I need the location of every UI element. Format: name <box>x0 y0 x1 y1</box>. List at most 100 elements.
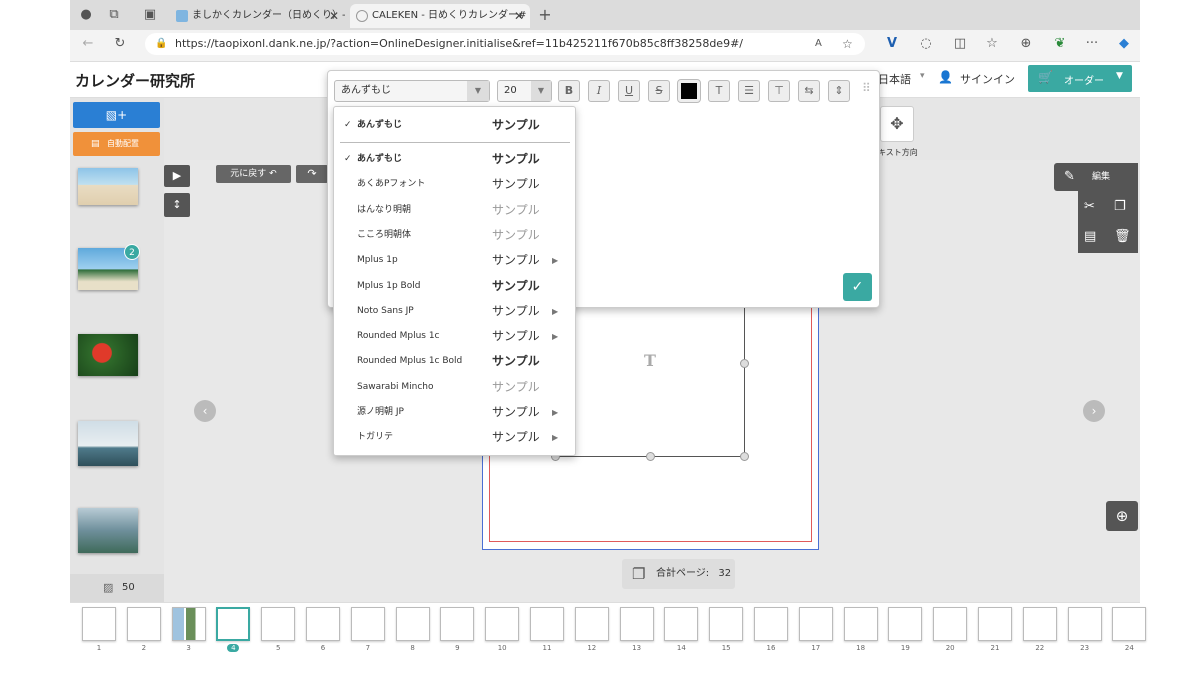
page-thumbnail[interactable] <box>754 607 788 641</box>
page-thumbnail[interactable] <box>1112 607 1147 641</box>
page-thumbnail[interactable] <box>978 607 1012 641</box>
page-thumbnail[interactable] <box>574 607 609 641</box>
previous-page-button[interactable]: ‹ <box>194 400 216 422</box>
font-current[interactable]: ✓ あんずもじ サンプル <box>334 113 575 138</box>
page-thumbnail[interactable] <box>216 607 251 641</box>
font-select[interactable]: あんずもじ ▼ <box>334 80 490 102</box>
page-thumbnail[interactable] <box>485 607 520 641</box>
tab-2[interactable]: CALEKEN - 日めくりカレンダー# ✕ <box>350 4 530 28</box>
text-box[interactable]: T <box>551 283 749 461</box>
redo-button[interactable]: ↷ <box>296 165 328 183</box>
font-option[interactable]: Mplus 1p Bold サンプル <box>334 274 575 299</box>
copy-icon[interactable]: ❐ <box>1114 199 1126 214</box>
page-thumbnail[interactable] <box>126 607 161 641</box>
page-thumbnail[interactable] <box>619 607 654 641</box>
new-tab-icon[interactable]: + <box>535 5 555 25</box>
favorites-icon[interactable]: ☆ <box>982 34 1002 54</box>
page-thumbnail[interactable] <box>888 607 923 641</box>
text-direction-button[interactable]: ✥ <box>880 106 914 142</box>
font-option[interactable]: Rounded Mplus 1c サンプル ▶ <box>334 324 575 349</box>
close-icon[interactable]: ✕ <box>514 4 524 28</box>
photo-thumbnail-beach[interactable] <box>78 168 138 205</box>
language-select[interactable]: 日本語 <box>878 71 911 87</box>
page-thumbnail[interactable] <box>395 607 430 641</box>
order-button[interactable]: 🛒 オーダー ▼ <box>1028 65 1132 92</box>
page-thumbnail[interactable] <box>171 607 206 641</box>
edit-panel-toggle[interactable]: ✎ 編集 <box>1054 163 1138 191</box>
copilot-icon[interactable]: ◆ <box>1114 34 1134 54</box>
line-spacing-button[interactable]: ⇕ <box>828 80 850 102</box>
favorite-star-icon[interactable]: ☆ <box>842 33 853 55</box>
pages-icon: ❐ <box>632 565 646 583</box>
underline-button[interactable]: U <box>618 80 640 102</box>
font-size-select[interactable]: 20 ▼ <box>497 80 552 102</box>
font-option[interactable]: Noto Sans JP サンプル ▶ <box>334 299 575 324</box>
page-thumbnail[interactable] <box>530 607 564 641</box>
photo-thumbnail-coast[interactable] <box>78 508 138 553</box>
font-option[interactable]: トガリテ サンプル ▶ <box>334 425 575 450</box>
font-option[interactable]: ✓ あんずもじ サンプル <box>334 147 575 172</box>
split-screen-icon[interactable]: ◫ <box>950 34 970 54</box>
expand-panel-button[interactable]: ▶ <box>164 165 190 187</box>
page-thumbnail[interactable] <box>1067 607 1102 641</box>
resize-handle[interactable] <box>646 452 655 461</box>
undo-button[interactable]: 元に戻す ↶ <box>216 165 291 183</box>
page-thumbnail[interactable] <box>306 607 340 641</box>
page-thumbnail[interactable] <box>843 607 878 641</box>
page-thumbnail[interactable] <box>933 607 968 641</box>
tab-actions-icon[interactable]: ▣ <box>140 5 160 25</box>
collections-icon[interactable]: ⊕ <box>1016 34 1036 54</box>
back-icon[interactable]: ← <box>78 34 98 54</box>
logo[interactable]: カレンダー研究所 <box>75 70 195 91</box>
photo-thumbnail-hotel[interactable] <box>78 421 138 466</box>
page-thumbnail[interactable] <box>350 607 385 641</box>
cut-icon[interactable]: ✂ <box>1084 199 1095 214</box>
align-button[interactable]: ☰ <box>738 80 760 102</box>
workspaces-icon[interactable]: ⧉ <box>104 5 124 25</box>
font-option[interactable]: Rounded Mplus 1c Bold サンプル <box>334 349 575 374</box>
page-thumbnail[interactable] <box>664 607 699 641</box>
font-option[interactable]: あくあPフォント サンプル <box>334 172 575 197</box>
page-thumbnail[interactable] <box>261 607 296 641</box>
signin-link[interactable]: サインイン <box>960 71 1015 87</box>
strikethrough-button[interactable]: S <box>648 80 670 102</box>
extension-v-icon[interactable]: V <box>882 34 902 54</box>
drag-handle-icon[interactable]: ⠿ <box>862 81 871 95</box>
read-aloud-icon[interactable]: A <box>815 33 822 55</box>
resize-handle[interactable] <box>740 359 749 368</box>
next-page-button[interactable]: › <box>1083 400 1105 422</box>
bold-button[interactable]: B <box>558 80 580 102</box>
close-icon[interactable]: ✕ <box>329 4 339 28</box>
profile-icon[interactable]: ● <box>76 5 96 25</box>
text-color-button[interactable] <box>677 79 701 103</box>
page-thumbnail[interactable] <box>82 607 116 641</box>
auto-place-button[interactable]: ▤ 自動配置 <box>73 132 160 156</box>
photo-thumbnail-flower[interactable] <box>78 334 138 376</box>
address-bar[interactable]: 🔒 https://taopixonl.dank.ne.jp/?action=O… <box>145 33 865 55</box>
text-style-button[interactable]: Ｔ <box>708 80 730 102</box>
page-thumbnail[interactable] <box>1022 607 1057 641</box>
page-thumbnail[interactable] <box>798 607 833 641</box>
font-option[interactable]: Sawarabi Mincho サンプル <box>334 375 575 400</box>
page-thumbnail[interactable] <box>709 607 744 641</box>
font-option[interactable]: 源ノ明朝 JP サンプル ▶ <box>334 400 575 425</box>
reload-icon[interactable]: ↻ <box>110 34 130 54</box>
font-option[interactable]: Mplus 1p サンプル ▶ <box>334 248 575 273</box>
tab-1[interactable]: ましかくカレンダー（日めくり）- ✕ <box>170 4 345 28</box>
font-option[interactable]: はんなり明朝 サンプル <box>334 198 575 223</box>
more-menu-icon[interactable]: ··· <box>1082 34 1102 54</box>
zoom-button[interactable]: ⊕ <box>1106 501 1138 531</box>
font-option[interactable]: こころ明朝体 サンプル <box>334 223 575 248</box>
resize-handle[interactable] <box>740 452 749 461</box>
sort-button[interactable]: ↕ <box>164 193 190 217</box>
browser-essentials-icon[interactable]: ❦ <box>1050 34 1070 54</box>
delete-icon[interactable]: 🗑 <box>1114 229 1131 244</box>
italic-button[interactable]: I <box>588 80 610 102</box>
add-photo-button[interactable]: ▧+ <box>73 102 160 128</box>
letter-spacing-button[interactable]: ⇆ <box>798 80 820 102</box>
vertical-align-button[interactable]: ⊤ <box>768 80 790 102</box>
extension-icon[interactable]: ◌ <box>916 34 936 54</box>
page-thumbnail[interactable] <box>440 607 475 641</box>
paste-icon[interactable]: ▤ <box>1084 229 1096 244</box>
confirm-button[interactable]: ✓ <box>843 273 872 301</box>
